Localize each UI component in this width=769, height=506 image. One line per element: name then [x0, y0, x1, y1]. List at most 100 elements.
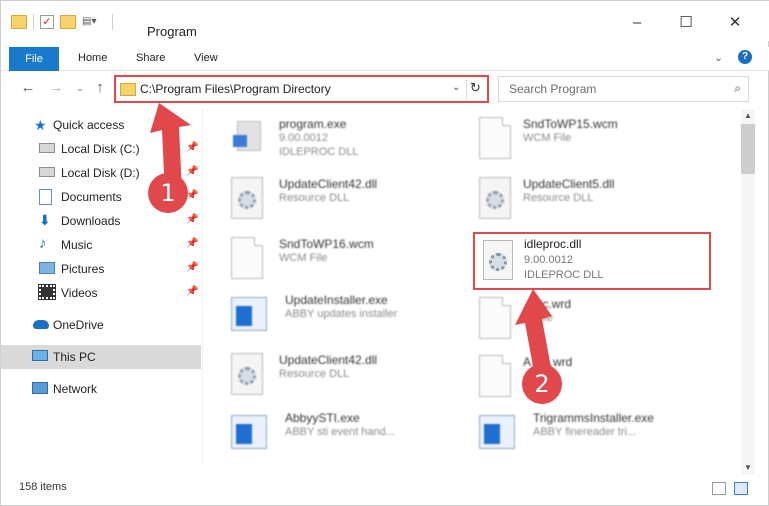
- file-description: IDLEPROC DLL: [279, 146, 359, 158]
- minimize-button[interactable]: –: [615, 11, 659, 35]
- file-item[interactable]: ...pic.wrd ... File: [479, 295, 719, 353]
- file-type: Resource DLL: [279, 368, 350, 380]
- up-arrow-icon[interactable]: ↑: [91, 79, 109, 97]
- pin-icon[interactable]: 📌: [186, 286, 198, 297]
- drive-icon: [39, 167, 55, 177]
- sidebar-item-label: Documents: [61, 190, 122, 204]
- back-arrow-icon[interactable]: ←: [19, 79, 37, 97]
- sidebar-item-pictures[interactable]: Pictures 📌: [1, 257, 201, 281]
- sidebar-item-quick-access[interactable]: ★ Quick access: [1, 113, 201, 137]
- tab-view[interactable]: View: [194, 52, 218, 64]
- refresh-icon[interactable]: ↻: [470, 80, 481, 96]
- maximize-button[interactable]: ☐: [664, 11, 708, 35]
- sidebar-item-this-pc[interactable]: This PC: [1, 345, 201, 369]
- sidebar-item-music[interactable]: ♪ Music 📌: [1, 233, 201, 257]
- file-item[interactable]: program.exe 9.00.0012 IDLEPROC DLL: [231, 115, 461, 173]
- sidebar-item-network[interactable]: Network: [1, 377, 201, 401]
- forward-arrow-icon[interactable]: →: [47, 79, 65, 97]
- file-name: AbbyySTI.exe: [285, 411, 360, 425]
- sidebar-item-label: Downloads: [61, 214, 121, 228]
- recent-locations-icon[interactable]: ⌄: [71, 79, 89, 97]
- file-version: 9.00.0012: [524, 254, 573, 266]
- sidebar-item-label: Network: [53, 382, 98, 396]
- new-folder-icon[interactable]: [60, 15, 76, 29]
- drive-icon: [39, 143, 55, 153]
- sidebar-item-videos[interactable]: Videos 📌: [1, 281, 201, 305]
- search-box[interactable]: Search Program ⌕: [498, 76, 749, 102]
- sidebar-item-label: Quick access: [53, 118, 125, 132]
- close-button[interactable]: ✕: [713, 11, 757, 35]
- file-item[interactable]: SndToWP15.wcm WCM File: [479, 115, 719, 173]
- file-item[interactable]: AbbyySTI.exe ABBY sti event hand...: [231, 409, 461, 465]
- cloud-icon: [33, 320, 49, 329]
- file-version: 9.00.0012: [279, 132, 328, 144]
- pin-icon[interactable]: 📌: [186, 142, 198, 153]
- file-description: ABBY sti event hand...: [285, 426, 395, 438]
- customize-toolbar-icon[interactable]: ▤▾: [82, 15, 106, 29]
- star-icon: ★: [34, 117, 47, 133]
- sidebar-item-local-disk-c[interactable]: Local Disk (C:) 📌: [1, 137, 201, 161]
- app-icon: [231, 297, 267, 331]
- sidebar-item-onedrive[interactable]: OneDrive: [1, 313, 201, 337]
- file-item[interactable]: UpdateClient5.dll Resource DLL: [479, 175, 719, 233]
- file-description: ABBY updates installer: [285, 308, 398, 320]
- downloads-icon: ⬇: [39, 212, 51, 228]
- document-icon: [479, 355, 511, 397]
- navigation-pane: ★ Quick access Local Disk (C:) 📌 Local D…: [1, 109, 201, 465]
- details-view-icon[interactable]: [712, 482, 726, 495]
- scroll-down-icon[interactable]: ▼: [741, 461, 755, 475]
- sidebar-item-label: OneDrive: [53, 318, 104, 332]
- step-marker-2: 2: [522, 364, 562, 404]
- file-name: UpdateClient42.dll: [279, 177, 378, 191]
- address-separator: [466, 79, 467, 99]
- file-item[interactable]: UpdateInstaller.exe ABBY updates install…: [231, 291, 461, 349]
- file-item[interactable]: TrigrammsInstaller.exe ABBY finereader t…: [479, 409, 739, 465]
- file-item[interactable]: SndToWP16.wcm WCM File: [231, 235, 461, 293]
- tab-file[interactable]: File: [9, 47, 59, 71]
- file-name: UpdateInstaller.exe: [285, 293, 388, 307]
- sidebar-item-label: Local Disk (D:): [61, 166, 140, 180]
- pin-icon[interactable]: 📌: [186, 262, 198, 273]
- file-name: UpdateClient5.dll: [523, 177, 615, 191]
- file-item[interactable]: UpdateClient42.dll Resource DLL: [231, 175, 461, 233]
- pane-divider[interactable]: [202, 109, 203, 465]
- title-bar: ✓ ▤▾ Program – ☐ ✕: [1, 1, 769, 41]
- quick-access-toolbar: ✓ ▤▾: [11, 13, 113, 31]
- file-item[interactable]: A...ic.wrd: [479, 353, 719, 411]
- app-icon: [479, 415, 515, 449]
- dll-icon: [231, 353, 263, 395]
- pin-icon[interactable]: 📌: [186, 166, 198, 177]
- file-type: Resource DLL: [279, 192, 350, 204]
- scrollbar-thumb[interactable]: [741, 124, 755, 174]
- documents-icon: [39, 189, 52, 205]
- explorer-window: ✓ ▤▾ Program – ☐ ✕ File Home Share View …: [0, 0, 769, 506]
- scroll-up-icon[interactable]: ▲: [741, 109, 755, 123]
- tab-home[interactable]: Home: [78, 52, 107, 64]
- tab-share[interactable]: Share: [136, 52, 165, 64]
- dll-icon: [483, 240, 513, 280]
- folder-icon: [120, 83, 136, 96]
- properties-icon[interactable]: ✓: [40, 15, 54, 29]
- pin-icon[interactable]: 📌: [186, 238, 198, 249]
- folder-icon: [11, 15, 27, 29]
- large-icons-view-icon[interactable]: [734, 482, 748, 495]
- file-item[interactable]: UpdateClient42.dll Resource DLL: [231, 351, 461, 409]
- pin-icon[interactable]: 📌: [186, 214, 198, 225]
- expand-ribbon-icon[interactable]: ⌄: [714, 51, 723, 64]
- app-icon: [231, 415, 267, 449]
- highlighted-file-item[interactable]: idleproc.dll 9.00.0012 IDLEPROC DLL: [473, 232, 711, 290]
- pictures-icon: [39, 262, 55, 274]
- file-name: ...pic.wrd: [523, 297, 572, 311]
- sidebar-item-label: Music: [61, 238, 93, 252]
- file-name: idleproc.dll: [524, 237, 582, 251]
- help-icon[interactable]: ?: [738, 50, 752, 64]
- file-type: WCM File: [279, 252, 328, 264]
- file-name: SndToWP16.wcm: [279, 237, 374, 251]
- document-icon: [231, 237, 263, 279]
- address-path[interactable]: C:\Program Files\Program Directory: [140, 82, 331, 96]
- search-input[interactable]: Search Program: [509, 82, 596, 96]
- file-name: UpdateClient42.dll: [279, 353, 378, 367]
- file-name: program.exe: [279, 117, 347, 131]
- address-dropdown-icon[interactable]: ⌄: [452, 82, 460, 93]
- address-bar[interactable]: C:\Program Files\Program Directory ⌄ ↻: [114, 75, 489, 103]
